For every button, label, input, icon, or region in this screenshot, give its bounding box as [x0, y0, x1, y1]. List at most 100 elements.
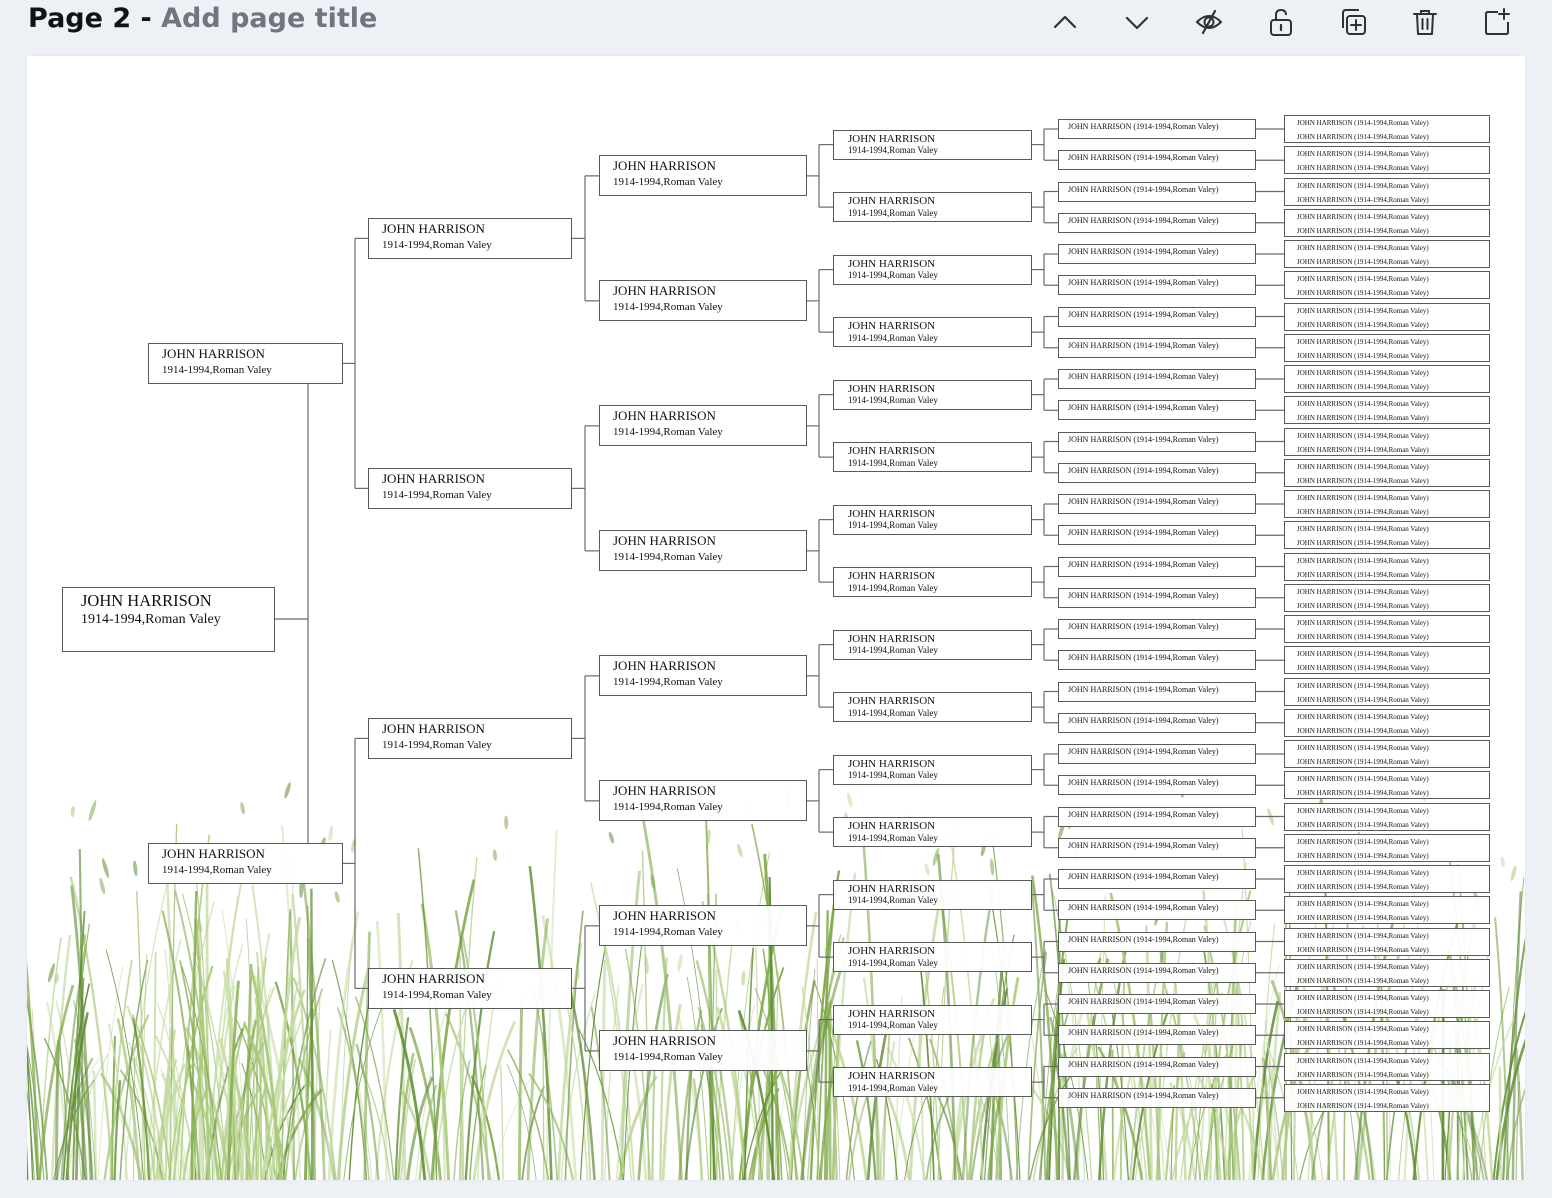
person-box[interactable]: JOHN HARRISON (1914-1994,Roman Valey) JOH… [1284, 896, 1490, 925]
person-box[interactable]: JOHN HARRISON (1914-1994,Roman Valey) [1058, 869, 1256, 889]
person-box[interactable]: JOHN HARRISON (1914-1994,Roman Valey) [1058, 837, 1256, 858]
person-box[interactable]: JOHN HARRISON (1914-1994,Roman Valey) [1058, 306, 1256, 327]
person-box[interactable]: JOHN HARRISON (1914-1994,Roman Valey) JOH… [1284, 521, 1490, 550]
person-box[interactable]: JOHN HARRISON 1914-1994,Roman Valey [833, 942, 1032, 973]
person-box[interactable]: JOHN HARRISON 1914-1994,Roman Valey [368, 717, 572, 759]
person-box[interactable]: JOHN HARRISON (1914-1994,Roman Valey) JOH… [1284, 1021, 1490, 1050]
person-box[interactable]: JOHN HARRISON (1914-1994,Roman Valey) [1058, 400, 1256, 421]
person-box[interactable]: JOHN HARRISON (1914-1994,Roman Valey) JOH… [1284, 115, 1490, 143]
person-box[interactable]: JOHN HARRISON 1914-1994,Roman Valey [833, 317, 1032, 348]
person-box[interactable]: JOHN HARRISON 1914-1994,Roman Valey [833, 817, 1032, 848]
person-box[interactable]: JOHN HARRISON (1914-1994,Roman Valey) JOH… [1284, 208, 1490, 237]
person-box[interactable]: JOHN HARRISON (1914-1994,Roman Valey) JOH… [1284, 146, 1490, 175]
person-box[interactable]: JOHN HARRISON (1914-1994,Roman Valey) JOH… [1284, 646, 1490, 675]
person-box[interactable]: JOHN HARRISON (1914-1994,Roman Valey) JOH… [1284, 708, 1490, 737]
person-box[interactable]: JOHN HARRISON (1914-1994,Roman Valey) [1058, 1025, 1256, 1046]
person-box[interactable]: JOHN HARRISON (1914-1994,Roman Valey) [1058, 806, 1256, 827]
person-box[interactable]: JOHN HARRISON 1914-1994,Roman Valey [62, 586, 275, 652]
person-box[interactable]: JOHN HARRISON (1914-1994,Roman Valey) [1058, 181, 1256, 202]
person-box[interactable]: JOHN HARRISON 1914-1994,Roman Valey [599, 280, 807, 322]
person-box[interactable]: JOHN HARRISON 1914-1994,Roman Valey [833, 879, 1032, 910]
person-box[interactable]: JOHN HARRISON (1914-1994,Roman Valey) [1058, 556, 1256, 577]
add-page-button[interactable] [1477, 2, 1517, 42]
person-box[interactable]: JOHN HARRISON (1914-1994,Roman Valey) [1058, 494, 1256, 514]
person-box[interactable]: JOHN HARRISON (1914-1994,Roman Valey) JOH… [1284, 865, 1490, 893]
person-box[interactable]: JOHN HARRISON (1914-1994,Roman Valey) [1058, 994, 1256, 1014]
person-box[interactable]: JOHN HARRISON (1914-1994,Roman Valey) JOH… [1284, 833, 1490, 862]
person-box[interactable]: JOHN HARRISON (1914-1994,Roman Valey) JOH… [1284, 583, 1490, 612]
person-box[interactable]: JOHN HARRISON (1914-1994,Roman Valey) [1058, 900, 1256, 921]
person-box[interactable]: JOHN HARRISON (1914-1994,Roman Valey) [1058, 619, 1256, 639]
move-page-down-button[interactable] [1117, 2, 1157, 42]
person-box[interactable]: JOHN HARRISON (1914-1994,Roman Valey) [1058, 587, 1256, 608]
person-box[interactable]: JOHN HARRISON (1914-1994,Roman Valey) [1058, 1087, 1256, 1108]
person-box[interactable]: JOHN HARRISON (1914-1994,Roman Valey) JOH… [1284, 458, 1490, 487]
delete-page-button[interactable] [1405, 2, 1445, 42]
person-box[interactable]: JOHN HARRISON (1914-1994,Roman Valey) [1058, 650, 1256, 671]
person-box[interactable]: JOHN HARRISON 1914-1994,Roman Valey [833, 129, 1032, 160]
person-box[interactable]: JOHN HARRISON 1914-1994,Roman Valey [599, 405, 807, 447]
person-box[interactable]: JOHN HARRISON 1914-1994,Roman Valey [833, 692, 1032, 723]
person-box[interactable]: JOHN HARRISON 1914-1994,Roman Valey [368, 467, 572, 509]
person-box[interactable]: JOHN HARRISON 1914-1994,Roman Valey [833, 442, 1032, 473]
person-box[interactable]: JOHN HARRISON 1914-1994,Roman Valey [833, 1004, 1032, 1035]
person-box[interactable]: JOHN HARRISON 1914-1994,Roman Valey [599, 530, 807, 572]
person-box[interactable]: JOHN HARRISON (1914-1994,Roman Valey) [1058, 462, 1256, 483]
person-box[interactable]: JOHN HARRISON 1914-1994,Roman Valey [833, 1067, 1032, 1098]
person-box[interactable]: JOHN HARRISON 1914-1994,Roman Valey [833, 504, 1032, 535]
person-box[interactable]: JOHN HARRISON 1914-1994,Roman Valey [368, 217, 572, 259]
person-box[interactable]: JOHN HARRISON (1914-1994,Roman Valey) [1058, 244, 1256, 264]
person-box[interactable]: JOHN HARRISON 1914-1994,Roman Valey [599, 905, 807, 947]
person-box[interactable]: JOHN HARRISON (1914-1994,Roman Valey) [1058, 150, 1256, 171]
person-box[interactable]: JOHN HARRISON (1914-1994,Roman Valey) JOH… [1284, 615, 1490, 643]
person-box[interactable]: JOHN HARRISON (1914-1994,Roman Valey) JOH… [1284, 333, 1490, 362]
person-box[interactable]: JOHN HARRISON (1914-1994,Roman Valey) JOH… [1284, 990, 1490, 1018]
person-box[interactable]: JOHN HARRISON (1914-1994,Roman Valey) [1058, 275, 1256, 296]
person-box[interactable]: JOHN HARRISON 1914-1994,Roman Valey [833, 192, 1032, 223]
person-box[interactable]: JOHN HARRISON 1914-1994,Roman Valey [833, 567, 1032, 598]
person-box[interactable]: JOHN HARRISON (1914-1994,Roman Valey) [1058, 681, 1256, 702]
person-box[interactable]: JOHN HARRISON 1914-1994,Roman Valey [833, 379, 1032, 410]
person-box[interactable]: JOHN HARRISON 1914-1994,Roman Valey [599, 155, 807, 197]
person-box[interactable]: JOHN HARRISON (1914-1994,Roman Valey) JOH… [1284, 802, 1490, 831]
person-box[interactable]: JOHN HARRISON (1914-1994,Roman Valey) JOH… [1284, 771, 1490, 800]
person-box[interactable]: JOHN HARRISON (1914-1994,Roman Valey) [1058, 962, 1256, 983]
person-box[interactable]: JOHN HARRISON 1914-1994,Roman Valey [599, 780, 807, 822]
page-title-input[interactable]: Add page title [161, 3, 377, 34]
person-box[interactable]: JOHN HARRISON (1914-1994,Roman Valey) JOH… [1284, 490, 1490, 518]
person-box[interactable]: JOHN HARRISON 1914-1994,Roman Valey [148, 342, 343, 384]
person-box[interactable]: JOHN HARRISON (1914-1994,Roman Valey) JOH… [1284, 552, 1490, 581]
person-box[interactable]: JOHN HARRISON (1914-1994,Roman Valey) [1058, 744, 1256, 764]
person-box[interactable]: JOHN HARRISON (1914-1994,Roman Valey) JOH… [1284, 427, 1490, 456]
person-box[interactable]: JOHN HARRISON (1914-1994,Roman Valey) JOH… [1284, 271, 1490, 300]
person-box[interactable]: JOHN HARRISON (1914-1994,Roman Valey) JOH… [1284, 240, 1490, 268]
person-box[interactable]: JOHN HARRISON (1914-1994,Roman Valey) JOH… [1284, 958, 1490, 987]
person-box[interactable]: JOHN HARRISON (1914-1994,Roman Valey) JOH… [1284, 1052, 1490, 1081]
move-page-up-button[interactable] [1045, 2, 1085, 42]
person-box[interactable]: JOHN HARRISON (1914-1994,Roman Valey) [1058, 431, 1256, 452]
person-box[interactable]: JOHN HARRISON (1914-1994,Roman Valey) JOH… [1284, 177, 1490, 206]
person-box[interactable]: JOHN HARRISON (1914-1994,Roman Valey) JOH… [1284, 396, 1490, 425]
person-box[interactable]: JOHN HARRISON 1914-1994,Roman Valey [833, 629, 1032, 660]
person-box[interactable]: JOHN HARRISON (1914-1994,Roman Valey) [1058, 212, 1256, 233]
person-box[interactable]: JOHN HARRISON (1914-1994,Roman Valey) [1058, 119, 1256, 139]
person-box[interactable]: JOHN HARRISON 1914-1994,Roman Valey [599, 1030, 807, 1072]
person-box[interactable]: JOHN HARRISON 1914-1994,Roman Valey [599, 655, 807, 697]
person-box[interactable]: JOHN HARRISON (1914-1994,Roman Valey) JOH… [1284, 365, 1490, 393]
person-box[interactable]: JOHN HARRISON (1914-1994,Roman Valey) JOH… [1284, 927, 1490, 956]
person-box[interactable]: JOHN HARRISON 1914-1994,Roman Valey [833, 254, 1032, 285]
duplicate-page-button[interactable] [1333, 2, 1373, 42]
lock-page-button[interactable] [1261, 2, 1301, 42]
person-box[interactable]: JOHN HARRISON (1914-1994,Roman Valey) [1058, 712, 1256, 733]
person-box[interactable]: JOHN HARRISON 1914-1994,Roman Valey [148, 842, 343, 884]
person-box[interactable]: JOHN HARRISON (1914-1994,Roman Valey) [1058, 525, 1256, 546]
person-box[interactable]: JOHN HARRISON (1914-1994,Roman Valey) JOH… [1284, 740, 1490, 768]
person-box[interactable]: JOHN HARRISON (1914-1994,Roman Valey) [1058, 369, 1256, 389]
person-box[interactable]: JOHN HARRISON (1914-1994,Roman Valey) JOH… [1284, 302, 1490, 331]
person-box[interactable]: JOHN HARRISON (1914-1994,Roman Valey) JOH… [1284, 1083, 1490, 1112]
design-canvas[interactable]: JOHN HARRISON 1914-1994,Roman Valey JOHN H… [27, 56, 1525, 1180]
person-box[interactable]: JOHN HARRISON 1914-1994,Roman Valey [368, 967, 572, 1009]
person-box[interactable]: JOHN HARRISON (1914-1994,Roman Valey) [1058, 775, 1256, 796]
person-box[interactable]: JOHN HARRISON (1914-1994,Roman Valey) [1058, 931, 1256, 952]
person-box[interactable]: JOHN HARRISON 1914-1994,Roman Valey [833, 754, 1032, 785]
